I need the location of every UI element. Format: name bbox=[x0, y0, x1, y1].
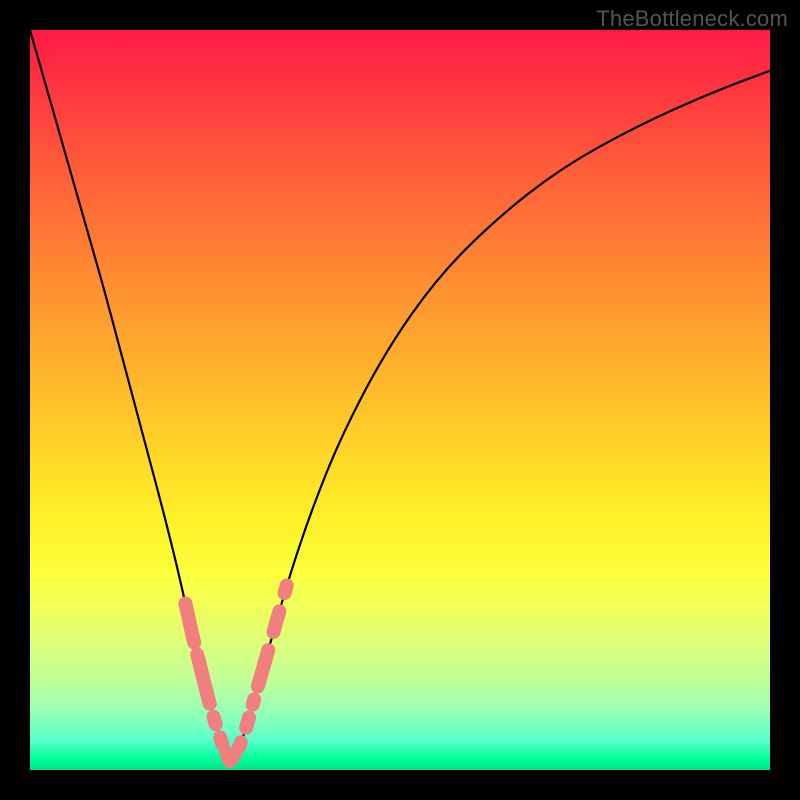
curve-marker bbox=[253, 699, 254, 704]
curve-marker bbox=[258, 650, 268, 686]
curve-marker bbox=[197, 655, 210, 704]
watermark-text: TheBottleneck.com bbox=[596, 6, 788, 32]
curve-marker bbox=[239, 742, 241, 748]
curve-marker bbox=[220, 737, 222, 744]
bottleneck-curve bbox=[30, 30, 770, 758]
curve-layer bbox=[30, 30, 770, 770]
curve-marker bbox=[285, 585, 287, 593]
curve-marker bbox=[214, 717, 216, 724]
marker-layer bbox=[185, 585, 286, 761]
curve-marker bbox=[246, 717, 249, 727]
curve-marker bbox=[185, 604, 194, 643]
curve-marker bbox=[230, 755, 234, 761]
curve-marker bbox=[273, 611, 279, 632]
chart-frame: TheBottleneck.com bbox=[0, 0, 800, 800]
plot-area bbox=[30, 30, 770, 770]
